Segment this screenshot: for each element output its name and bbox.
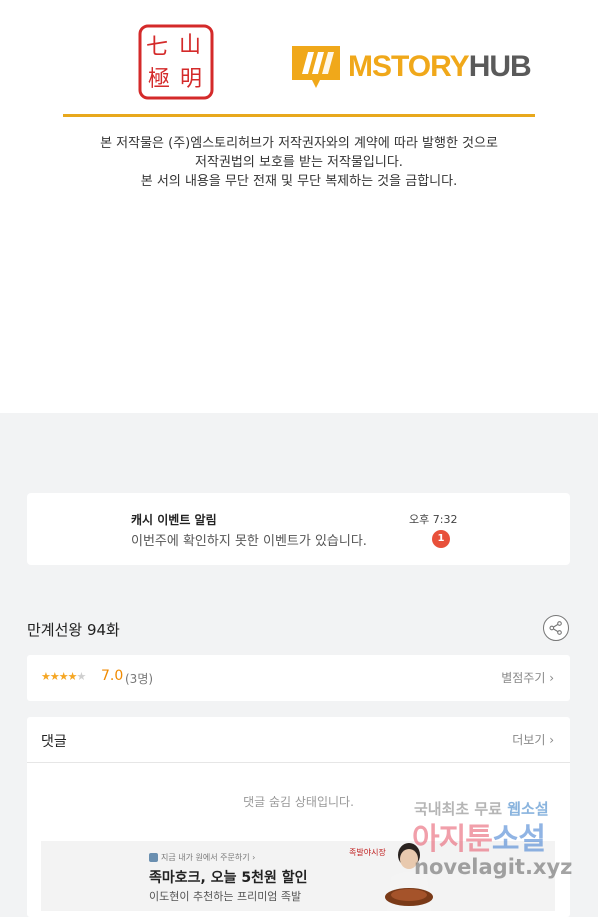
star-rating: ★★★★★: [41, 670, 87, 683]
share-button[interactable]: [543, 615, 569, 641]
ad-top-line: 지금 내가 원에서 주문하기 ›: [149, 852, 255, 863]
notice-line: 본 저작물은 (주)엠스토리허브가 저작권자와의 계약에 따라 발행한 것으로: [100, 136, 498, 151]
star-icon: ★: [41, 670, 51, 683]
unread-badge: 1: [432, 530, 450, 548]
event-title: 캐시 이벤트 알림: [131, 513, 217, 527]
comments-hidden-message: 댓글 숨김 상태입니다.: [243, 795, 354, 809]
ad-app-icon: [149, 853, 158, 862]
star-icon: ★: [49, 670, 60, 683]
star-icon: ★: [76, 670, 87, 683]
ad-banner[interactable]: 지금 내가 원에서 주문하기 › 족마호크, 오늘 5천원 할인 이도현이 추천…: [41, 841, 555, 911]
copyright-notice: 본 저작물은 (주)엠스토리허브가 저작권자와의 계약에 따라 발행한 것으로 …: [63, 134, 535, 191]
svg-text:極: 極: [148, 67, 170, 92]
mstoryhub-mark-icon: [292, 46, 340, 88]
comment-title: 댓글: [41, 734, 67, 750]
svg-text:七: 七: [146, 35, 168, 60]
event-time: 오후 7:32: [409, 513, 458, 526]
mstoryhub-logo: MSTORYHUB: [292, 46, 532, 88]
ad-title: 족마호크, 오늘 5천원 할인: [149, 870, 308, 886]
svg-text:山: 山: [179, 33, 201, 58]
cash-event-notification[interactable]: 캐시 이벤트 알림 이번주에 확인하지 못한 이벤트가 있습니다. 오후 7:3…: [27, 493, 570, 565]
notice-line: 저작권법의 보호를 받는 저작물입니다.: [195, 155, 403, 170]
ad-subtitle: 이도현이 추천하는 프리미엄 족발: [149, 890, 302, 903]
rating-count: (3명): [125, 672, 154, 686]
rating-section: ★★★★★ 7.0 (3명) 별점주기 ›: [27, 655, 570, 701]
divider-line: [63, 114, 535, 117]
event-description: 이번주에 확인하지 못한 이벤트가 있습니다.: [131, 534, 367, 549]
notice-line: 본 서의 내용을 무단 전재 및 무단 복제하는 것을 금합니다.: [140, 174, 458, 189]
share-icon: [549, 621, 562, 635]
svg-text:明: 明: [180, 67, 202, 92]
publisher-seal-logo: 七 山 極 明: [138, 24, 214, 100]
ad-person-image: [385, 843, 433, 911]
mstoryhub-wordmark: MSTORYHUB: [348, 50, 532, 83]
more-comments-button[interactable]: 더보기 ›: [512, 731, 554, 748]
rate-button[interactable]: 별점주기 ›: [501, 669, 554, 686]
star-icon: ★: [58, 670, 69, 683]
comment-header: 댓글 더보기 ›: [27, 717, 570, 763]
copyright-page: 七 山 極 明 MSTORYHUB 본 저작물은 (주)엠스토리허브가 저작권자…: [0, 0, 598, 413]
star-icon: ★: [67, 670, 78, 683]
episode-title: 만계선왕 94화: [27, 621, 120, 639]
rating-score: 7.0: [101, 668, 124, 684]
